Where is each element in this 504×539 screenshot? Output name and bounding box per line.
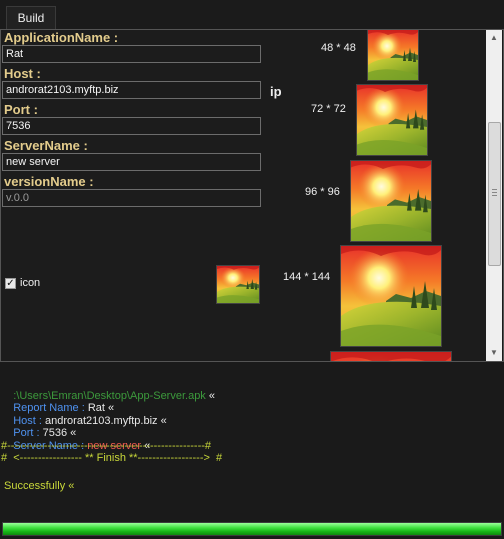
host-label: Host : (4, 66, 41, 81)
version-name-input[interactable] (2, 189, 261, 207)
host-input[interactable] (2, 81, 261, 99)
sunset-landscape-icon-72[interactable] (356, 84, 428, 156)
size-label-72: 72 * 72 (311, 103, 346, 115)
scrollbar-thumb[interactable] (488, 122, 501, 266)
sunset-landscape-icon-96[interactable] (350, 160, 432, 242)
sunset-landscape-icon[interactable] (216, 265, 260, 304)
ip-label: ip (270, 84, 282, 99)
icon-checkbox[interactable]: ✓ (5, 278, 16, 289)
server-name-label: ServerName : (4, 138, 88, 153)
tab-bar: Build (0, 0, 504, 30)
version-name-label: versionName : (4, 174, 94, 189)
size-label-48: 48 * 48 (321, 42, 356, 54)
console-output: :\Users\Emran\Desktop\App-Server.apk « R… (0, 370, 504, 518)
sunset-landscape-icon-partial (330, 351, 452, 361)
application-name-input[interactable] (2, 45, 261, 63)
build-progress-bar (2, 522, 502, 536)
port-label: Port : (4, 102, 38, 117)
size-label-144: 144 * 144 (283, 271, 331, 283)
progress-fill (3, 523, 501, 535)
console-separator: #---------------------------------------… (1, 439, 212, 452)
console-path-mark: « (208, 389, 215, 402)
scroll-down-arrow-icon[interactable]: ▼ (486, 345, 502, 361)
size-label-96: 96 * 96 (305, 186, 340, 198)
panel-scrollbar[interactable]: ▲ ▼ (486, 30, 502, 361)
console-success: Successfully « (1, 480, 75, 492)
application-name-label: ApplicationName : (4, 30, 119, 45)
sunset-landscape-icon-48[interactable] (367, 30, 419, 81)
build-panel: ApplicationName : Host : ip Port : Serve… (0, 29, 504, 362)
console-finish-line: # <----------------- ** Finish **-------… (1, 452, 223, 464)
server-name-input[interactable] (2, 153, 261, 171)
sunset-landscape-icon-144[interactable] (340, 245, 442, 347)
port-input[interactable] (2, 117, 261, 135)
icon-checkbox-label: icon (20, 277, 41, 289)
tab-build[interactable]: Build (6, 6, 56, 29)
scroll-up-arrow-icon[interactable]: ▲ (486, 30, 502, 46)
